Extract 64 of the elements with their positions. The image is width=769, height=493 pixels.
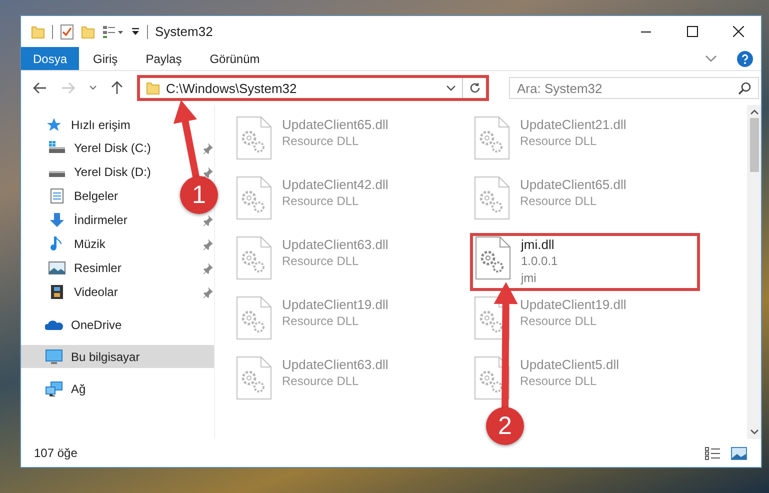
nav-item[interactable]: Ağ bbox=[21, 377, 214, 400]
network-icon bbox=[45, 380, 63, 396]
customize-dropdown-icon[interactable] bbox=[131, 27, 140, 36]
back-arrow-icon[interactable] bbox=[33, 82, 47, 94]
item-count: 107 öğe bbox=[34, 446, 78, 460]
nav-item[interactable]: Belgeler bbox=[21, 184, 180, 208]
scrollbar-thumb[interactable] bbox=[750, 118, 758, 172]
dropdown-icon[interactable] bbox=[446, 85, 456, 91]
document-icon bbox=[48, 188, 66, 204]
large-icons-view-icon[interactable] bbox=[731, 446, 747, 460]
details-view-icon[interactable] bbox=[705, 446, 721, 460]
file-gear-icon bbox=[236, 356, 272, 400]
pin-icon[interactable] bbox=[202, 238, 213, 250]
cloud-icon bbox=[45, 318, 63, 330]
file-gear-icon bbox=[475, 236, 511, 280]
nav-item[interactable]: Resimler bbox=[21, 256, 180, 280]
window-title: System32 bbox=[155, 24, 213, 39]
scroll-down-icon[interactable] bbox=[750, 429, 758, 435]
ribbon-tab[interactable]: Görünüm bbox=[196, 47, 274, 70]
pin-icon[interactable] bbox=[202, 166, 213, 178]
recent-locations-icon[interactable] bbox=[89, 85, 97, 91]
expand-ribbon-icon[interactable] bbox=[705, 54, 717, 62]
nav-item[interactable]: OneDrive bbox=[21, 313, 214, 336]
search-icon[interactable] bbox=[738, 82, 751, 95]
nav-item[interactable]: Hızlı erişim bbox=[21, 113, 214, 136]
ribbon-tab[interactable]: Giriş bbox=[79, 47, 132, 70]
nav-item[interactable]: Müzik bbox=[21, 232, 180, 256]
drive-icon bbox=[48, 141, 66, 155]
file-gear-icon bbox=[474, 176, 510, 220]
up-arrow-icon[interactable] bbox=[111, 81, 123, 95]
nav-item[interactable]: Bu bilgisayar bbox=[21, 345, 214, 368]
maximize-icon bbox=[686, 26, 698, 37]
file-gear-icon bbox=[474, 116, 510, 160]
checklist-icon[interactable] bbox=[60, 24, 74, 40]
minimize-icon bbox=[641, 30, 651, 32]
download-arrow-icon bbox=[48, 212, 66, 228]
pin-icon[interactable] bbox=[202, 286, 213, 298]
properties-icon[interactable] bbox=[102, 24, 124, 38]
file-gear-icon bbox=[236, 116, 272, 160]
address-bar[interactable]: C:\Windows\System32 bbox=[137, 75, 489, 101]
close-icon bbox=[732, 26, 744, 37]
ribbon-tab[interactable]: Dosya bbox=[21, 47, 80, 70]
help-icon[interactable] bbox=[737, 50, 753, 66]
pin-icon[interactable] bbox=[202, 142, 213, 154]
file-gear-icon bbox=[236, 236, 272, 280]
folder-icon bbox=[146, 81, 160, 95]
nav-item[interactable]: İndirmeler bbox=[21, 208, 180, 232]
ribbon-tab[interactable]: Paylaş bbox=[132, 47, 196, 70]
film-icon bbox=[48, 284, 66, 300]
nav-item[interactable]: Videolar bbox=[21, 280, 180, 304]
star-icon bbox=[45, 116, 63, 132]
file-gear-icon bbox=[236, 296, 272, 340]
vertical-scrollbar[interactable] bbox=[747, 105, 761, 439]
file-item[interactable]: jmi.dll 1.0.0.1 jmi bbox=[470, 233, 700, 291]
pin-icon[interactable] bbox=[202, 214, 213, 226]
scroll-up-icon[interactable] bbox=[750, 109, 758, 115]
pin-icon[interactable] bbox=[202, 262, 213, 274]
nav-item[interactable]: Yerel Disk (D:) bbox=[21, 160, 180, 184]
monitor-icon bbox=[45, 348, 63, 364]
refresh-icon[interactable] bbox=[469, 82, 481, 94]
file-gear-icon bbox=[236, 176, 272, 220]
nav-item[interactable]: Yerel Disk (C:) bbox=[21, 136, 180, 160]
picture-icon bbox=[48, 261, 66, 275]
search-field[interactable]: Ara: System32 bbox=[509, 77, 759, 99]
